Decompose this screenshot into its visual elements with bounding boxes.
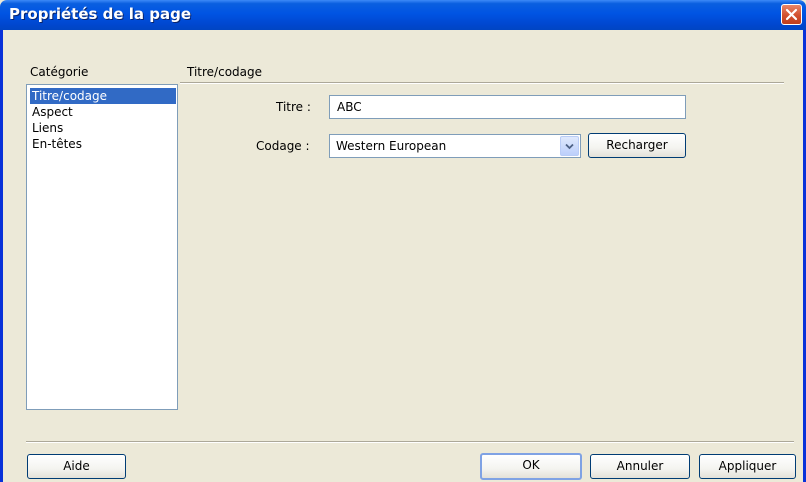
encoding-label: Codage : [256, 139, 310, 153]
help-button[interactable]: Aide [27, 454, 126, 479]
footer-divider [26, 441, 794, 443]
chevron-down-icon [565, 143, 574, 150]
window-frame-left [0, 30, 3, 482]
title-input[interactable]: ABC [329, 95, 686, 119]
category-item-aspect[interactable]: Aspect [30, 104, 176, 120]
ok-button[interactable]: OK [480, 453, 582, 480]
title-label: Titre : [276, 100, 311, 114]
encoding-select-value: Western European [336, 139, 447, 153]
apply-button[interactable]: Appliquer [699, 454, 796, 479]
cancel-button[interactable]: Annuler [590, 454, 690, 479]
encoding-select[interactable]: Western European [329, 134, 581, 158]
panel-heading-divider [180, 82, 784, 84]
encoding-dropdown-button[interactable] [560, 136, 579, 156]
window-title: Propriétés de la page [9, 5, 192, 23]
reload-button[interactable]: Recharger [588, 133, 686, 158]
page-properties-dialog: Propriétés de la page Catégorie Titre/co… [0, 0, 806, 482]
category-list[interactable]: Titre/codage Aspect Liens En-têtes [26, 84, 178, 410]
category-item-titre-codage[interactable]: Titre/codage [30, 88, 176, 104]
panel-heading: Titre/codage [187, 65, 263, 79]
close-button[interactable] [781, 4, 802, 25]
category-item-en-tetes[interactable]: En-têtes [30, 136, 176, 152]
title-bar[interactable]: Propriétés de la page [0, 0, 806, 30]
category-item-liens[interactable]: Liens [30, 120, 176, 136]
category-heading: Catégorie [30, 65, 89, 79]
close-icon [785, 8, 798, 21]
